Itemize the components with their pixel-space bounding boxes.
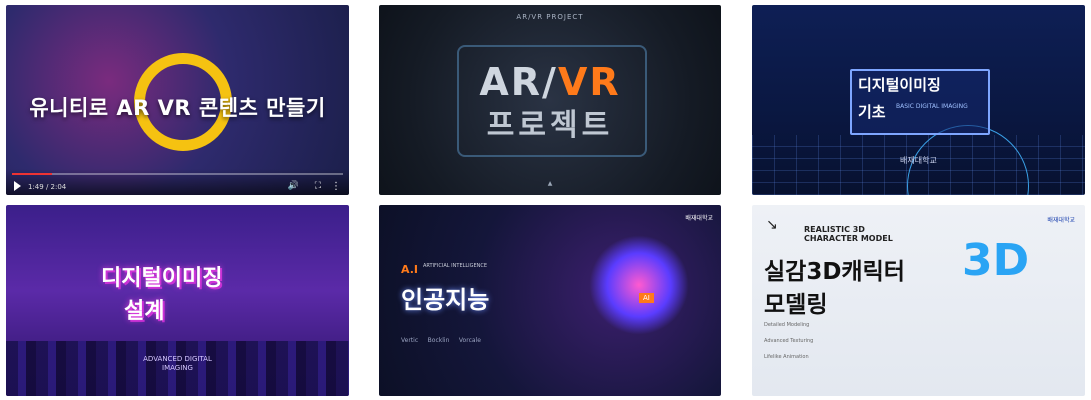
play-icon[interactable]	[14, 181, 21, 191]
detail-item: Lifelike Animation	[764, 354, 809, 360]
feature-label: Vorcale	[458, 337, 481, 344]
card-tag: A.I	[401, 263, 418, 276]
video-card-3d-character-model[interactable]: ↘ REALISTIC 3D CHARACTER MODEL 배재대학교 실감3…	[752, 205, 1085, 396]
more-options-icon[interactable]: ⋮	[331, 181, 341, 192]
feature-label: Bocklin	[427, 337, 450, 344]
card-title-line2: 기초	[858, 103, 886, 121]
card-title-line2: 설계	[124, 299, 165, 324]
feature-label: Vertic	[401, 337, 419, 344]
card-tag-sub: ARTIFICIAL INTELLIGENCE	[423, 263, 488, 269]
card-title-line1: 디지털이미징	[101, 266, 223, 291]
title-accent: VR	[557, 60, 621, 104]
brain-graphic	[589, 235, 689, 335]
card-title: 인공지능	[401, 286, 490, 314]
university-logo: 배재대학교	[685, 215, 713, 222]
card-subtitle: 프로젝트	[486, 108, 614, 143]
card-title-line2: 모델링	[764, 292, 828, 318]
details-list: Detailed Modeling Advanced Texturing Lif…	[764, 317, 813, 365]
video-card-ar-vr-unity[interactable]: 유니티로 AR VR 콘텐츠 만들기 1:49 / 2:04 🔊 ⛶ ⋮	[6, 5, 349, 195]
card-title: AR/VR	[379, 60, 721, 104]
ai-badge: AI	[639, 293, 654, 303]
detail-item: Advanced Texturing	[764, 338, 814, 344]
time-display: 1:49 / 2:04	[28, 183, 67, 191]
feature-icons: Vertic Bocklin Vorcale	[401, 337, 481, 344]
video-card-artificial-intelligence[interactable]: 배재대학교 A.I ARTIFICIAL INTELLIGENCE 인공지능 A…	[379, 205, 721, 396]
progress-bar[interactable]	[12, 173, 343, 175]
university-logo: 배재대학교	[900, 156, 937, 165]
card-eyebrow: AR/VR PROJECT	[516, 13, 584, 21]
card-title: 유니티로 AR VR 콘텐츠 만들기	[29, 96, 326, 120]
card-subtitle: BASIC DIGITAL IMAGING	[896, 103, 968, 110]
video-card-advanced-digital-imaging[interactable]: 디지털이미징 설계 ADVANCED DIGITAL IMAGING	[6, 205, 349, 396]
card-eyebrow: REALISTIC 3D CHARACTER MODEL	[804, 225, 893, 243]
card-title-line1: 디지털이미징	[858, 76, 941, 94]
video-card-basic-digital-imaging[interactable]: 디지털이미징 기초 BASIC DIGITAL IMAGING 배재대학교	[752, 5, 1085, 195]
university-logo: 배재대학교	[1047, 217, 1075, 224]
arrow-icon: ↘	[766, 217, 778, 233]
video-card-ar-vr-project[interactable]: AR/VR PROJECT AR/VR 프로젝트 ▲	[379, 5, 721, 195]
progress-fill	[12, 173, 52, 175]
volume-icon[interactable]: 🔊	[288, 181, 299, 191]
university-logo-icon: ▲	[547, 180, 553, 187]
fullscreen-icon[interactable]: ⛶	[315, 181, 321, 191]
title-main: AR/	[479, 60, 558, 104]
card-title-line1: 실감3D캐릭터	[764, 259, 905, 285]
detail-item: Detailed Modeling	[764, 322, 810, 328]
card-subtitle: ADVANCED DIGITAL IMAGING	[143, 355, 212, 372]
3d-graphic: 3D	[962, 235, 1030, 286]
